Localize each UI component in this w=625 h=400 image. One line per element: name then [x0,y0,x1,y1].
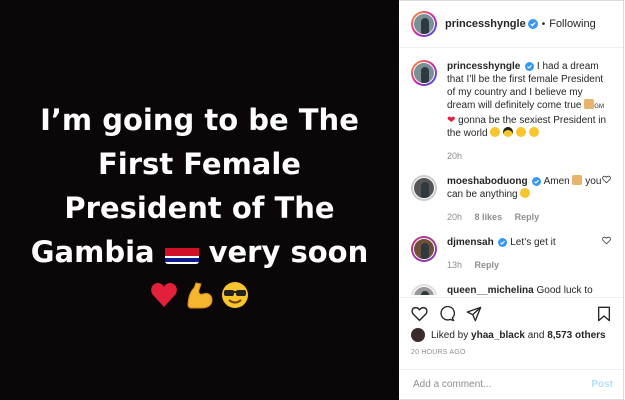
image-line-4-end: very soon [208,235,369,269]
image-line-1: I’m going to be The [40,103,359,137]
post-timestamp[interactable]: 20 HOURS AGO [411,349,466,356]
laughing-emoji-icon [515,127,526,137]
reply-button[interactable]: Reply [475,260,500,270]
comment-text: Amen [543,176,570,187]
praying-hands-icon [572,175,583,185]
image-line-4-start: Gambia [30,235,155,269]
comment-likes-link[interactable]: 8 likes [475,212,503,222]
comment-bubble-icon[interactable] [439,306,455,322]
comment-item: djmensah Let’s get it 13h Reply [399,224,623,272]
red-heart-icon: ❤ [447,115,456,126]
sunglasses-emoji-icon [503,127,514,137]
comment-username[interactable]: djmensah [447,237,494,248]
heart-emoji-icon [150,283,177,307]
liker-username[interactable]: yhaa_black [471,330,525,341]
likes-prefix: Liked by [431,329,469,341]
share-plane-icon[interactable] [466,306,482,322]
verified-badge-icon [525,62,535,71]
add-comment-form: Post [399,369,623,400]
add-comment-input[interactable] [411,378,575,391]
verified-badge-icon [527,19,538,29]
caption-username[interactable]: princesshyngle [447,61,520,72]
comment-text: Let’s get it [510,237,556,248]
likes-count-link[interactable]: 8,573 others [547,330,605,341]
comments-list[interactable]: princesshyngle I had a dream that I’ll b… [399,48,623,295]
verified-badge-icon [498,238,508,247]
avatar[interactable] [411,60,437,86]
caption-text-2: GM [594,104,604,110]
like-heart-icon[interactable] [411,306,428,322]
image-line-4: Gambia very soon [10,230,390,274]
caption-time: 20h [447,151,463,161]
avatar[interactable] [411,284,437,295]
comment-time: 20h [447,212,463,222]
separator-dot: • [541,18,546,30]
caption-comment: princesshyngle I had a dream that I’ll b… [399,48,623,163]
avatar[interactable] [411,11,437,37]
image-line-3: President of The [64,191,335,225]
post-image[interactable]: I’m going to be The First Female Preside… [0,0,399,400]
verified-badge-icon [532,177,542,186]
caption-meta: 20h [447,150,607,163]
praying-hands-icon [584,99,595,109]
header-username[interactable]: princesshyngle [445,18,526,30]
like-comment-heart-icon[interactable] [602,236,611,245]
follow-status-button[interactable]: Following [549,18,595,30]
gambia-flag-icon [164,240,199,264]
sunglasses-emoji-icon [221,282,248,308]
comment-meta: 20h 8 likes Reply [447,211,607,224]
comment-item: queen__michelina Good luck to you one th… [399,272,623,295]
heart-eyes-emoji-icon [490,127,501,137]
likes-and: and [527,329,545,341]
post-comment-button[interactable]: Post [591,379,613,390]
save-bookmark-icon[interactable] [597,306,611,322]
comment-item: moeshaboduong Amen you can be anything 2… [399,163,623,224]
like-comment-heart-icon[interactable] [602,175,611,184]
avatar[interactable] [411,236,437,262]
liker-avatar[interactable] [411,328,425,342]
comment-username[interactable]: queen__michelina [447,285,534,295]
flexed-biceps-icon [186,282,213,309]
post-side-panel: princesshyngle • Following princesshyngl… [399,0,624,400]
emoji-row [150,280,250,310]
image-line-2: First Female [98,147,301,181]
grinning-emoji-icon [528,127,539,137]
caption-text-3: gonna be the sexiest President in the wo… [447,115,607,139]
comment-time: 13h [447,260,463,270]
comment-username[interactable]: moeshaboduong [447,176,528,187]
likes-summary: Liked by yhaa_black and 8,573 others [411,328,606,342]
comment-meta: 13h Reply [447,259,607,272]
action-bar [399,297,623,328]
reply-button[interactable]: Reply [515,212,540,222]
post-header: princesshyngle • Following [399,1,623,48]
grinning-emoji-icon [520,188,531,198]
avatar[interactable] [411,175,437,201]
post-image-text: I’m going to be The First Female Preside… [10,98,390,274]
